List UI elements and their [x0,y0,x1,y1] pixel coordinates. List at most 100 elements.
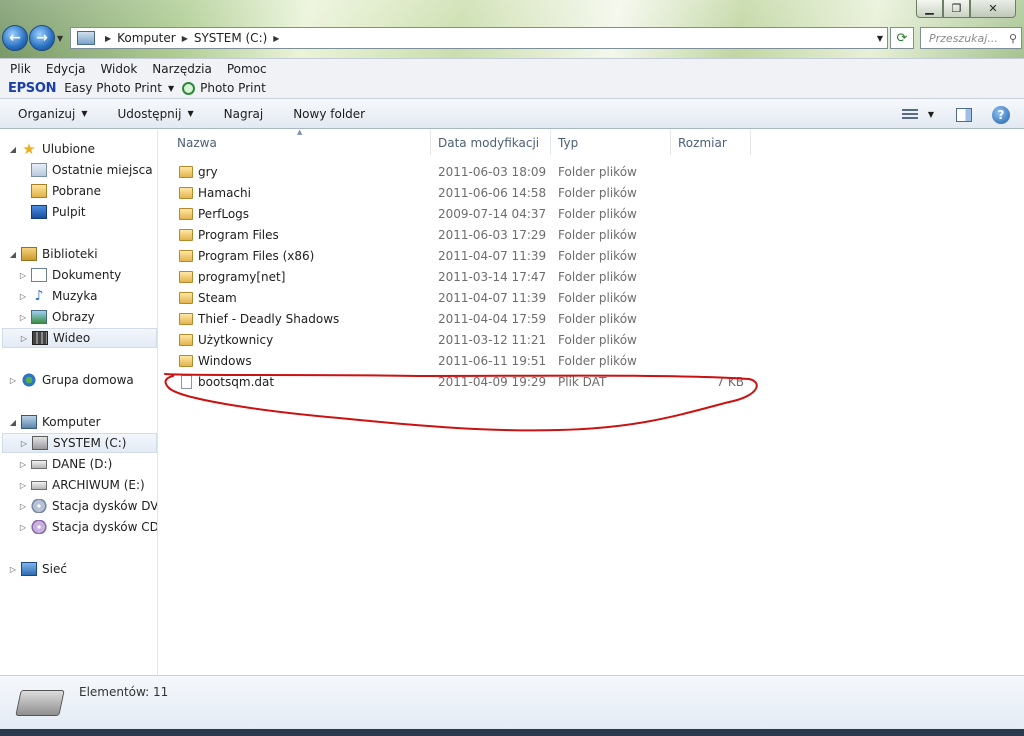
tree-video[interactable]: ▷ Wideo [2,328,157,348]
tree-downloads[interactable]: Pobrane [18,181,101,201]
expand-icon[interactable]: ▷ [18,313,28,322]
tree-label: Biblioteki [42,247,98,261]
folder-icon [179,312,193,325]
expand-icon[interactable]: ▷ [18,481,28,490]
tree-libraries[interactable]: ◢ Biblioteki [8,244,98,264]
back-button[interactable]: ← [2,25,28,51]
burn-label: Nagraj [223,106,264,121]
tree-cd[interactable]: ▷ Stacja dysków CD (G [18,517,157,537]
organize-button[interactable]: Organizuj ▼ [18,107,87,121]
computer-icon [21,415,37,429]
command-toolbar: Organizuj ▼ Udostępnij ▼ Nagraj Nowy folde… [0,98,1024,129]
file-name: Thief - Deadly Shadows [198,311,340,326]
chevron-right-icon[interactable]: ▶ [273,34,279,43]
share-label: Udostępnij [117,106,182,121]
menu-edit[interactable]: Edycja [46,62,86,76]
collapse-icon[interactable]: ◢ [8,145,18,154]
file-row[interactable]: Thief - Deadly Shadows 2011-04-04 17:59 Fo… [159,308,759,329]
chevron-down-icon: ▼ [187,109,194,118]
menu-tools[interactable]: Narzędzia [152,62,212,76]
tree-recent[interactable]: Ostatnie miejsca [18,160,153,180]
tree-drive-e[interactable]: ▷ ARCHIWUM (E:) [18,475,145,495]
chevron-down-icon[interactable]: ▼ [877,34,883,43]
breadcrumb-drive-c[interactable]: SYSTEM (C:) [194,31,267,45]
collapse-icon[interactable]: ◢ [8,418,18,427]
music-note-icon: ♪ [34,288,44,304]
file-row[interactable]: Steam 2011-04-07 11:39 Folder plików [159,287,759,308]
file-row[interactable]: Windows 2011-06-11 19:51 Folder plików [159,350,759,371]
tree-desktop[interactable]: Pulpit [18,202,86,222]
burn-button[interactable]: Nagraj [224,107,264,121]
chevron-down-icon[interactable]: ▼ [928,110,934,119]
breadcrumb-computer[interactable]: Komputer [117,31,176,45]
column-size[interactable]: Rozmiar [671,130,751,155]
tree-documents[interactable]: ▷ Dokumenty [18,265,121,285]
chevron-right-icon[interactable]: ▶ [182,34,188,43]
file-row[interactable]: Hamachi 2011-06-06 14:58 Folder plików [159,182,759,203]
new-folder-button[interactable]: Nowy folder [293,107,365,121]
column-size-label: Rozmiar [678,135,727,150]
column-date-label: Data modyfikacji [438,135,540,150]
chevron-down-icon[interactable]: ▼ [168,84,174,93]
tree-favorites[interactable]: ◢ ★ Ulubione [8,139,95,159]
close-button[interactable]: ✕ [970,0,1016,18]
expand-icon[interactable]: ▷ [19,439,29,448]
file-name: gry [198,164,218,179]
easy-photo-print-button[interactable]: Easy Photo Print [64,81,162,95]
minimize-button[interactable]: ▁ [916,0,943,18]
tree-music[interactable]: ▷ ♪ Muzyka [18,286,98,306]
file-row[interactable]: bootsqm.dat 2011-04-09 19:29 Plik DAT 7 KB [159,371,759,392]
expand-icon[interactable]: ▷ [18,523,28,532]
preview-pane-icon[interactable] [956,107,972,122]
search-input[interactable]: Przeszukaj... ⚲ [920,27,1022,49]
item-count: Elementów: 11 [79,685,169,699]
file-date: 2011-06-06 14:58 [438,185,547,200]
file-row[interactable]: Program Files 2011-06-03 17:29 Folder plik… [159,224,759,245]
menu-view[interactable]: Widok [100,62,137,76]
taskbar [0,729,1024,736]
tree-computer[interactable]: ◢ Komputer [8,412,101,432]
tree-drive-c[interactable]: ▷ SYSTEM (C:) [2,433,157,453]
tree-pictures[interactable]: ▷ Obrazy [18,307,95,327]
recent-pages-dropdown[interactable]: ▼ [57,34,63,43]
photo-print-button[interactable]: Photo Print [200,81,266,95]
tree-dvd[interactable]: ▷ Stacja dysków DVD R [18,496,157,516]
collapse-icon[interactable]: ◢ [8,250,18,259]
menu-file[interactable]: Plik [10,62,31,76]
tree-homegroup[interactable]: ▷ Grupa domowa [8,370,134,390]
expand-icon[interactable]: ▷ [18,271,28,280]
file-row[interactable]: programy[net] 2011-03-14 17:47 Folder plik… [159,266,759,287]
hard-drive-icon [31,480,47,490]
expand-icon[interactable]: ▷ [8,565,18,574]
refresh-button[interactable]: ⟳ [890,27,914,49]
file-row[interactable]: Użytkownicy 2011-03-12 11:21 Folder plików [159,329,759,350]
menu-help[interactable]: Pomoc [227,62,267,76]
folder-icon [179,354,193,367]
file-type: Folder plików [558,227,637,242]
file-row[interactable]: PerfLogs 2009-07-14 04:37 Folder plików [159,203,759,224]
search-icon[interactable]: ⚲ [1009,32,1017,45]
view-details-icon[interactable] [901,108,918,121]
column-date[interactable]: Data modyfikacji [431,130,551,155]
file-row[interactable]: gry 2011-06-03 18:09 Folder plików [159,161,759,182]
file-type: Folder plików [558,185,637,200]
share-button[interactable]: Udostępnij ▼ [117,107,193,121]
column-name[interactable]: ▲ Nazwa [159,128,431,155]
file-type: Folder plików [558,206,637,221]
chevron-right-icon[interactable]: ▶ [105,34,111,43]
tree-label: Ulubione [42,142,96,156]
expand-icon[interactable]: ▷ [8,376,18,385]
forward-button[interactable]: → [29,25,55,51]
file-type: Folder plików [558,290,637,305]
expand-icon[interactable]: ▷ [18,460,28,469]
file-row[interactable]: Program Files (x86) 2011-04-07 11:39 Folde… [159,245,759,266]
help-icon[interactable]: ? [992,105,1010,124]
expand-icon[interactable]: ▷ [18,292,28,301]
expand-icon[interactable]: ▷ [19,334,29,343]
maximize-button[interactable]: ❐ [943,0,970,18]
address-bar[interactable]: ▶ Komputer ▶ SYSTEM (C:) ▶ ▼ [70,27,888,49]
tree-network[interactable]: ▷ Sieć [8,559,67,579]
column-type[interactable]: Typ [551,130,671,155]
tree-drive-d[interactable]: ▷ DANE (D:) [18,454,112,474]
expand-icon[interactable]: ▷ [18,502,28,511]
